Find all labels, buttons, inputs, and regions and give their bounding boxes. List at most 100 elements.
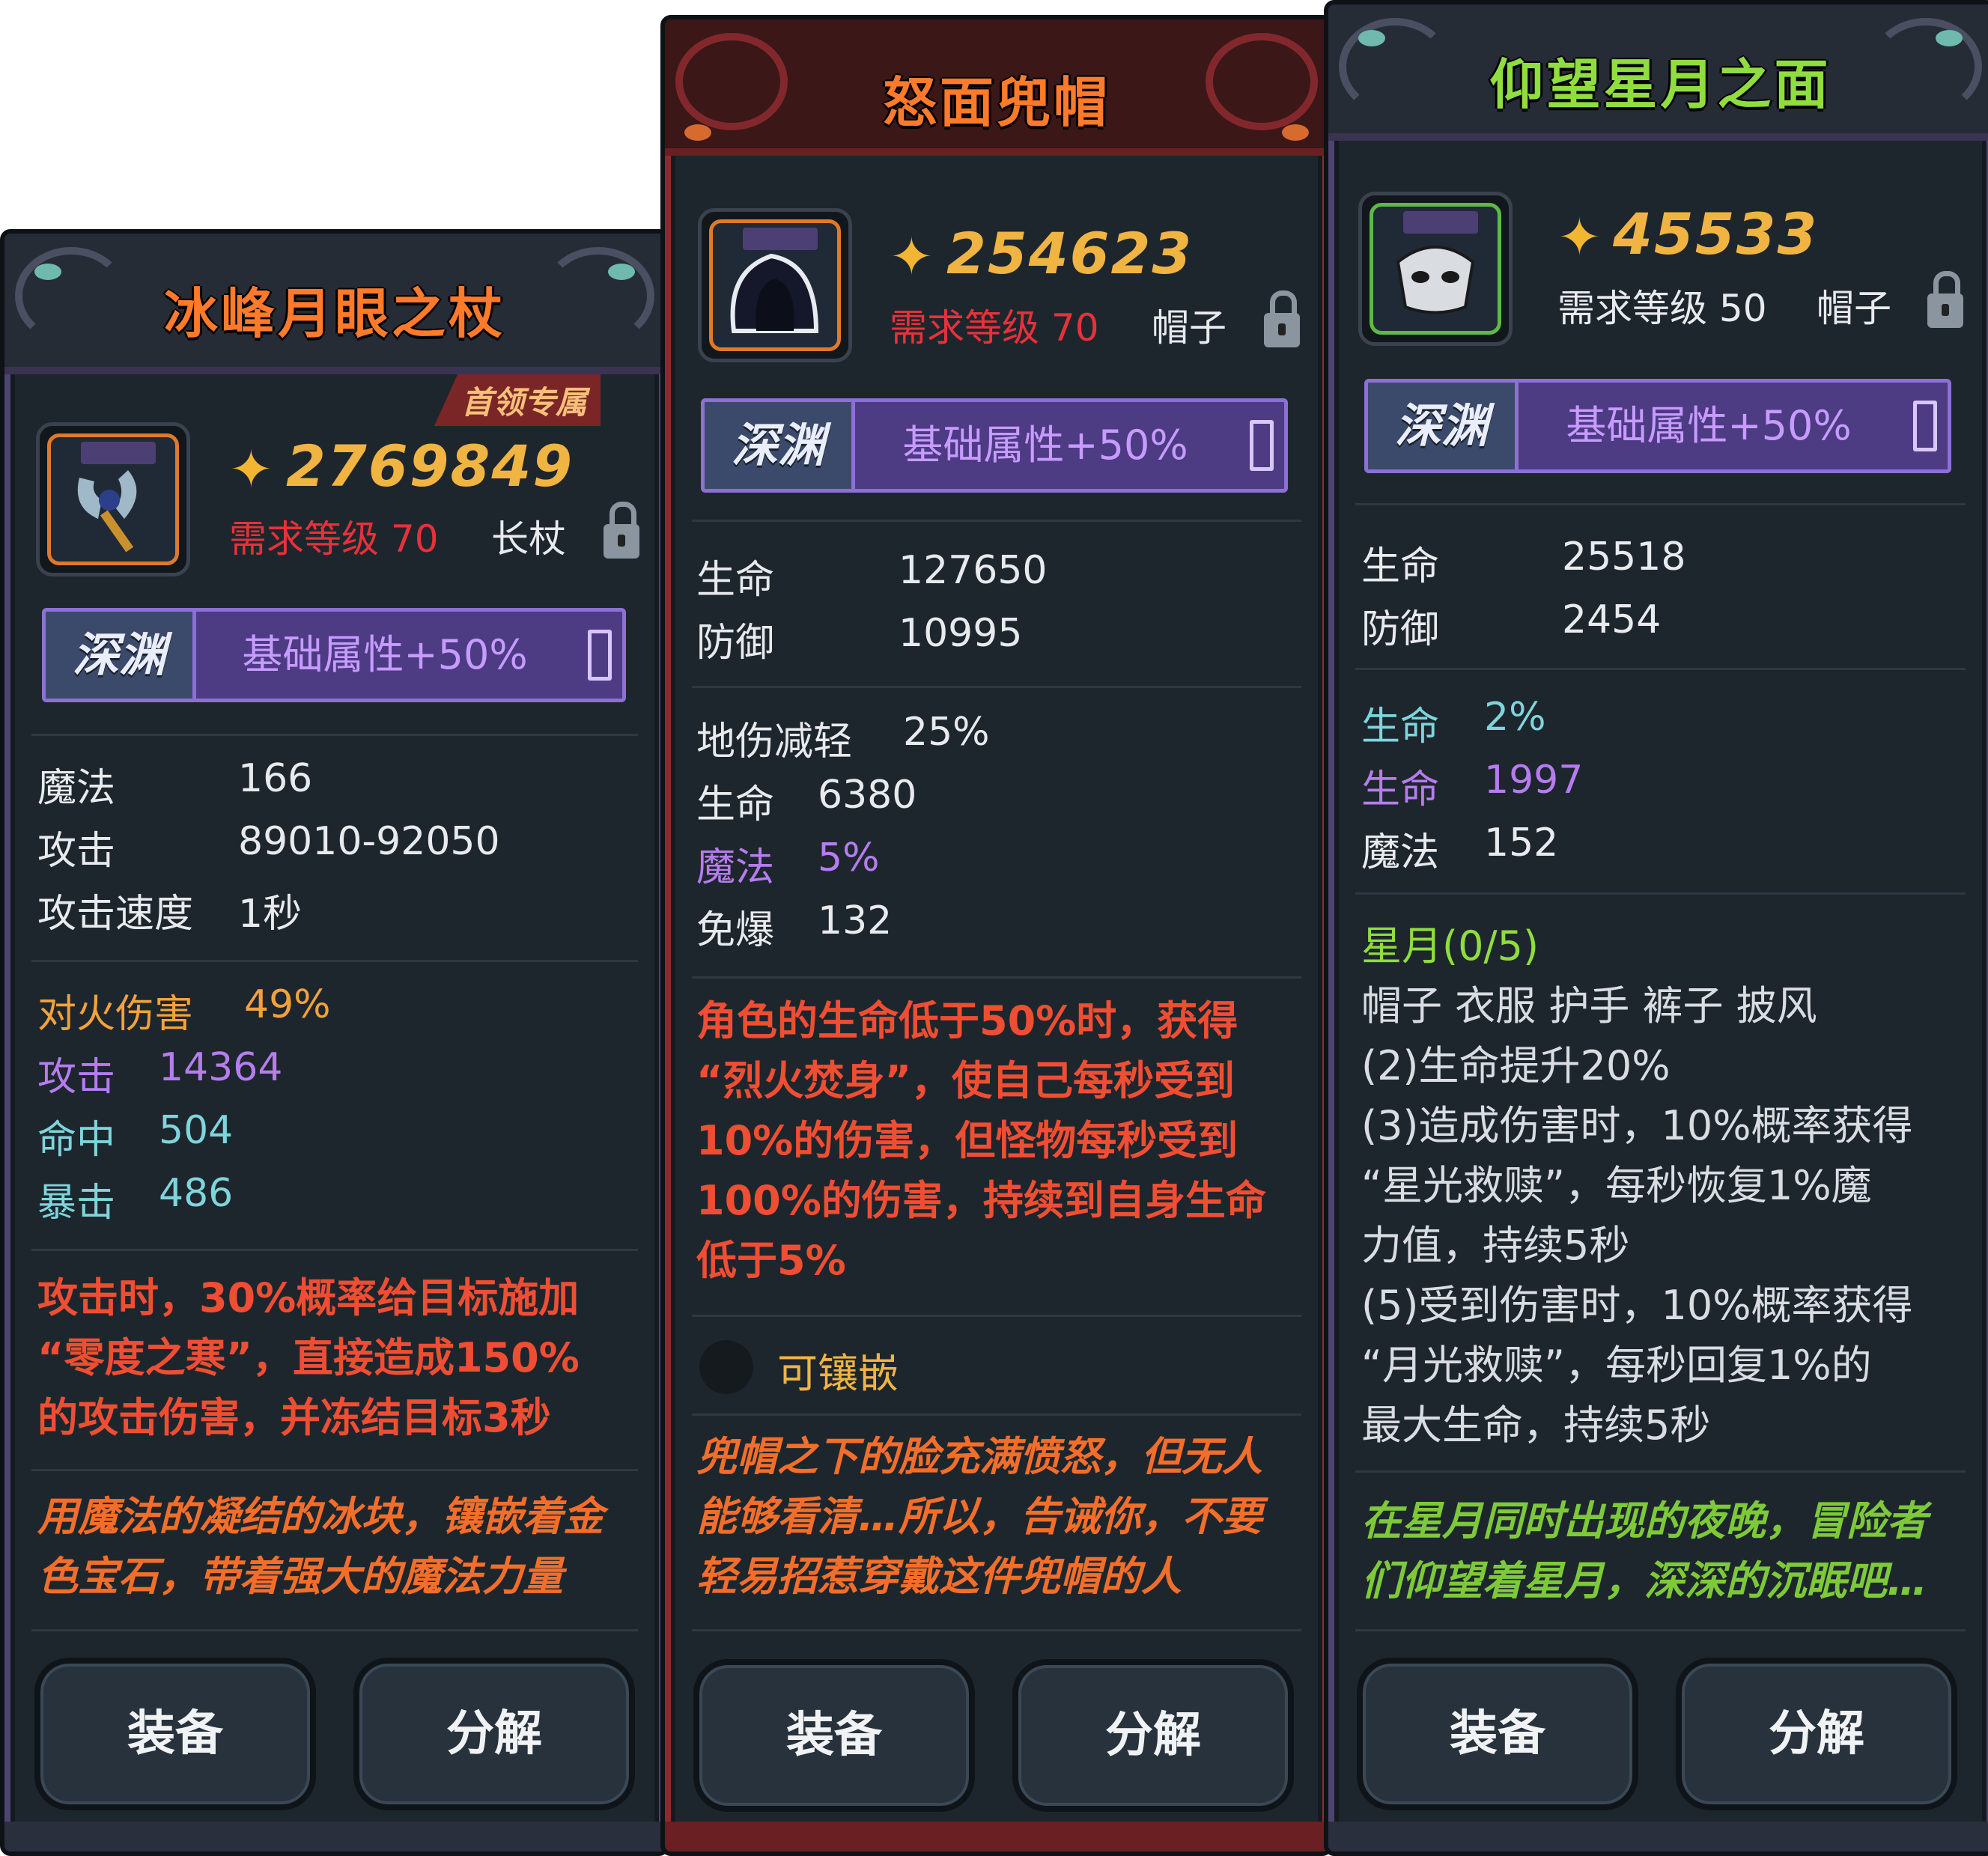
combat-score: 2769849 — [286, 433, 574, 499]
divider — [1355, 668, 1966, 670]
equip-button[interactable]: 装备 — [693, 1659, 975, 1812]
flavor-line: 兜帽之下的脸充满愤怒，但无人 — [696, 1433, 1262, 1480]
gem-socket[interactable] — [699, 1340, 753, 1394]
abyss-bar: 深渊 基础属性+50% — [701, 398, 1288, 493]
decompose-button[interactable]: 分解 — [1012, 1659, 1294, 1812]
set-line: “星光救赎”，每秒恢复1%魔 — [1361, 1162, 1872, 1209]
extra-stat-row: 对火伤害 49% — [37, 982, 331, 1037]
socket-label: 可镶嵌 — [777, 1350, 899, 1397]
lock-icon[interactable] — [604, 502, 639, 559]
lock-icon[interactable] — [1264, 290, 1300, 347]
item-title: 怒面兜帽 — [882, 71, 1110, 134]
effect-line: “零度之寒”，直接造成150% — [37, 1334, 580, 1381]
abyss-label: 深渊 — [46, 612, 196, 699]
extra-stat-row: 生命 6380 — [696, 773, 917, 827]
gear-icon: ✦ — [1557, 207, 1602, 268]
effect-line: 攻击时，30%概率给目标施加 — [37, 1274, 580, 1321]
divider — [1355, 1470, 1966, 1473]
divider — [692, 686, 1301, 688]
flavor-line: 用魔法的凝结的冰块，镶嵌着金 — [37, 1493, 604, 1540]
extra-stat-row: 免爆 132 — [696, 898, 893, 953]
abyss-text: 基础属性+50% — [902, 422, 1188, 469]
abyss-label: 深渊 — [705, 402, 855, 489]
staff-icon — [47, 433, 179, 565]
abyss-end-icon — [1913, 401, 1937, 451]
set-line: “月光救赎”，每秒回复1%的 — [1361, 1342, 1872, 1389]
flavor-line: 们仰望着星月，深深的沉眠吧… — [1361, 1557, 1927, 1604]
stat-row: 魔法 166 — [37, 756, 313, 811]
extra-stat-row: 命中 504 — [37, 1108, 234, 1163]
equip-button[interactable]: 装备 — [1357, 1658, 1638, 1810]
stat-row: 攻击 89010-92050 — [37, 819, 500, 874]
item-title: 仰望星月之面 — [1489, 53, 1832, 116]
gear-icon: ✦ — [229, 439, 273, 500]
extra-stat-row: 魔法 152 — [1361, 821, 1559, 875]
divider — [692, 976, 1301, 979]
stat-row: 攻击速度 1秒 — [37, 892, 303, 937]
item-icon-frame[interactable] — [1358, 192, 1513, 346]
item-type: 帽子 — [1817, 287, 1891, 330]
extra-stat-row: 生命 2% — [1361, 695, 1546, 749]
flavor-line: 在星月同时出现的夜晚，冒险者 — [1361, 1497, 1927, 1545]
card-header: 冰峰月眼之杖 — [4, 234, 665, 374]
abyss-end-icon — [588, 630, 612, 681]
decompose-button[interactable]: 分解 — [353, 1658, 635, 1810]
set-line: (3)造成伤害时，10%概率获得 — [1361, 1102, 1913, 1149]
divider — [1355, 503, 1966, 505]
required-level: 需求等级 70 — [890, 306, 1099, 350]
effect-line: 的攻击伤害，并冻结目标3秒 — [37, 1394, 551, 1441]
abyss-bar: 深渊 基础属性+50% — [1364, 379, 1951, 473]
item-icon-frame[interactable] — [36, 422, 190, 576]
stat-row: 生命 127650 — [696, 548, 1048, 603]
divider — [31, 1469, 638, 1471]
item-type: 帽子 — [1152, 306, 1226, 350]
extra-stat-row: 魔法 5% — [696, 836, 880, 890]
extra-stat-row: 攻击 14364 — [37, 1045, 283, 1100]
abyss-end-icon — [1250, 420, 1274, 471]
set-line: (5)受到伤害时，10%概率获得 — [1361, 1282, 1913, 1329]
flavor-line: 能够看清…所以，告诫你，不要 — [696, 1493, 1262, 1540]
extra-stat-row: 地伤减轻 25% — [696, 710, 990, 764]
extra-stat-row: 生命 1997 — [1361, 758, 1584, 812]
set-line: 力值，持续5秒 — [1361, 1222, 1630, 1269]
divider — [692, 520, 1301, 522]
combat-score: 254623 — [946, 220, 1194, 287]
hood-icon — [709, 219, 841, 351]
stat-row: 防御 2454 — [1361, 597, 1662, 652]
set-line: 帽子 衣服 护手 裤子 披风 — [1361, 982, 1817, 1029]
card-footer — [1328, 1822, 1988, 1852]
divider — [692, 1315, 1301, 1317]
divider — [31, 1249, 638, 1251]
stat-row: 防御 10995 — [696, 611, 1023, 666]
equip-button[interactable]: 装备 — [34, 1658, 316, 1810]
item-icon-frame[interactable] — [698, 208, 852, 362]
set-line: (2)生命提升20% — [1361, 1042, 1671, 1089]
abyss-label: 深渊 — [1368, 383, 1519, 469]
required-level: 需求等级 50 — [1557, 287, 1767, 330]
mask-icon — [1370, 203, 1501, 335]
abyss-bar: 深渊 基础属性+50% — [42, 608, 626, 702]
effect-line: “烈火焚身”，使自己每秒受到 — [696, 1057, 1235, 1104]
card-footer — [4, 1822, 665, 1852]
effect-line: 低于5% — [696, 1237, 846, 1284]
combat-score: 45533 — [1613, 201, 1819, 267]
divider — [692, 1414, 1301, 1416]
lock-icon[interactable] — [1927, 271, 1963, 328]
card-header: 仰望星月之面 — [1328, 4, 1988, 141]
divider — [692, 1629, 1301, 1631]
set-line: 最大生命，持续5秒 — [1361, 1402, 1711, 1449]
divider — [31, 960, 638, 962]
card-footer — [665, 1822, 1328, 1852]
abyss-text: 基础属性+50% — [1566, 402, 1852, 449]
divider — [1355, 892, 1966, 895]
extra-stat-row: 暴击 486 — [37, 1171, 234, 1226]
card-header: 怒面兜帽 — [665, 19, 1328, 156]
required-level: 需求等级 70 — [229, 517, 439, 561]
stat-row: 生命 25518 — [1361, 535, 1686, 589]
item-card-mask: 仰望星月之面 ✦ 45533 需求等级 50 帽子 深渊 基础属性+50% 生命… — [1324, 0, 1988, 1856]
boss-exclusive-badge: 首领专属 — [434, 374, 601, 426]
set-title: 星月(0/5) — [1361, 922, 1539, 970]
decompose-button[interactable]: 分解 — [1676, 1658, 1957, 1810]
flavor-line: 色宝石，带着强大的魔法力量 — [37, 1553, 563, 1600]
gear-icon: ✦ — [890, 226, 934, 287]
